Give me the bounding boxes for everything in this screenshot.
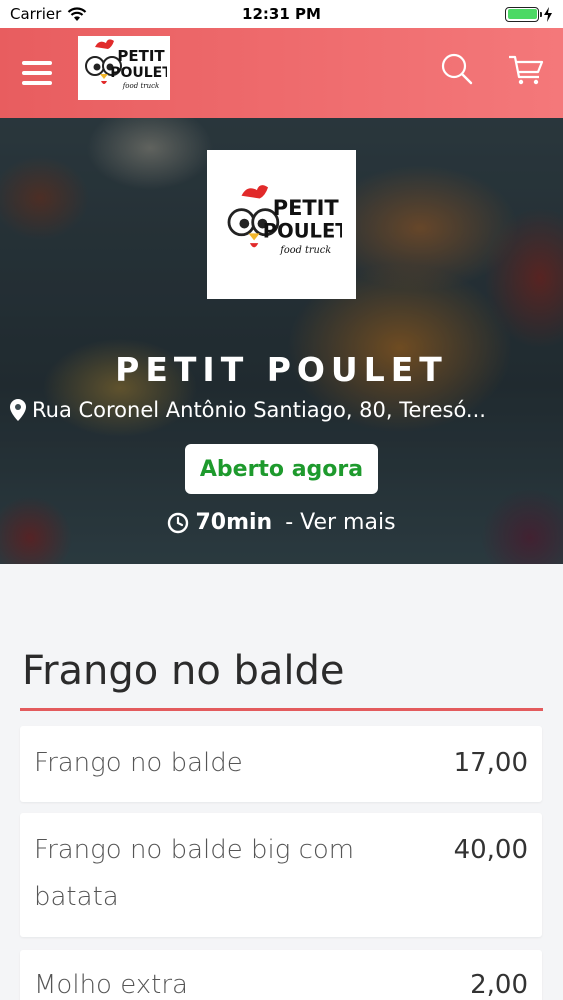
search-icon[interactable]	[438, 50, 478, 90]
hero-logo: PETIT POULET food truck	[207, 150, 356, 299]
address-text: Rua Coronel Antônio Santiago, 80, Teresó…	[32, 398, 486, 422]
menu-item-price: 40,00	[453, 835, 528, 865]
restaurant-logo-large: PETIT POULET food truck	[227, 184, 342, 255]
logo-text-line1: PETIT	[117, 47, 165, 65]
menu-item-price: 2,00	[470, 970, 528, 1000]
menu-item-name: Frango no balde	[34, 748, 243, 778]
see-more-link[interactable]: - Ver mais	[278, 510, 395, 535]
header-logo[interactable]: PETIT POULET food truck	[78, 36, 170, 100]
carrier-label: Carrier	[10, 5, 62, 23]
battery-level	[507, 9, 537, 19]
delivery-time-row[interactable]: 70min - Ver mais	[0, 510, 563, 535]
clock-icon	[168, 512, 189, 533]
restaurant-logo-image: PETIT POULET food truck	[85, 39, 167, 90]
delivery-time: 70min	[195, 510, 273, 535]
restaurant-address: Rua Coronel Antônio Santiago, 80, Teresó…	[10, 398, 555, 422]
menu-item-name: Molho extra	[34, 970, 188, 1000]
menu-item-name: Frango no balde big com batata	[34, 835, 355, 912]
open-status-button[interactable]: Aberto agora	[185, 444, 378, 494]
hero-logo-text-line3: food truck	[279, 244, 331, 255]
wifi-icon	[68, 6, 87, 21]
hero-logo-text-line2: POULET	[262, 219, 341, 242]
section-title: Frango no balde	[22, 648, 345, 694]
logo-text-line2: POULET	[110, 65, 167, 81]
restaurant-hero: PETIT POULET food truck PETIT POULET Rua…	[0, 118, 563, 564]
menu-item-price: 17,00	[453, 748, 528, 778]
cart-icon[interactable]	[506, 50, 546, 90]
section-divider	[20, 708, 543, 711]
battery-icon	[505, 6, 542, 22]
restaurant-name: PETIT POULET	[115, 350, 448, 389]
menu-icon[interactable]	[22, 61, 52, 85]
logo-text-line3: food truck	[122, 82, 160, 90]
status-right	[505, 6, 553, 22]
hero-logo-text-line1: PETIT	[272, 196, 339, 220]
menu-item[interactable]: Frango no balde 17,00	[20, 726, 542, 802]
status-left: Carrier	[10, 5, 87, 23]
menu-item[interactable]: Frango no balde big com batata 40,00	[20, 813, 542, 937]
status-bar: Carrier 12:31 PM	[0, 0, 563, 28]
location-pin-icon	[10, 399, 26, 421]
charging-icon	[544, 6, 552, 22]
app-header: PETIT POULET food truck	[0, 28, 563, 118]
menu-item[interactable]: Molho extra 2,00	[20, 950, 542, 1000]
